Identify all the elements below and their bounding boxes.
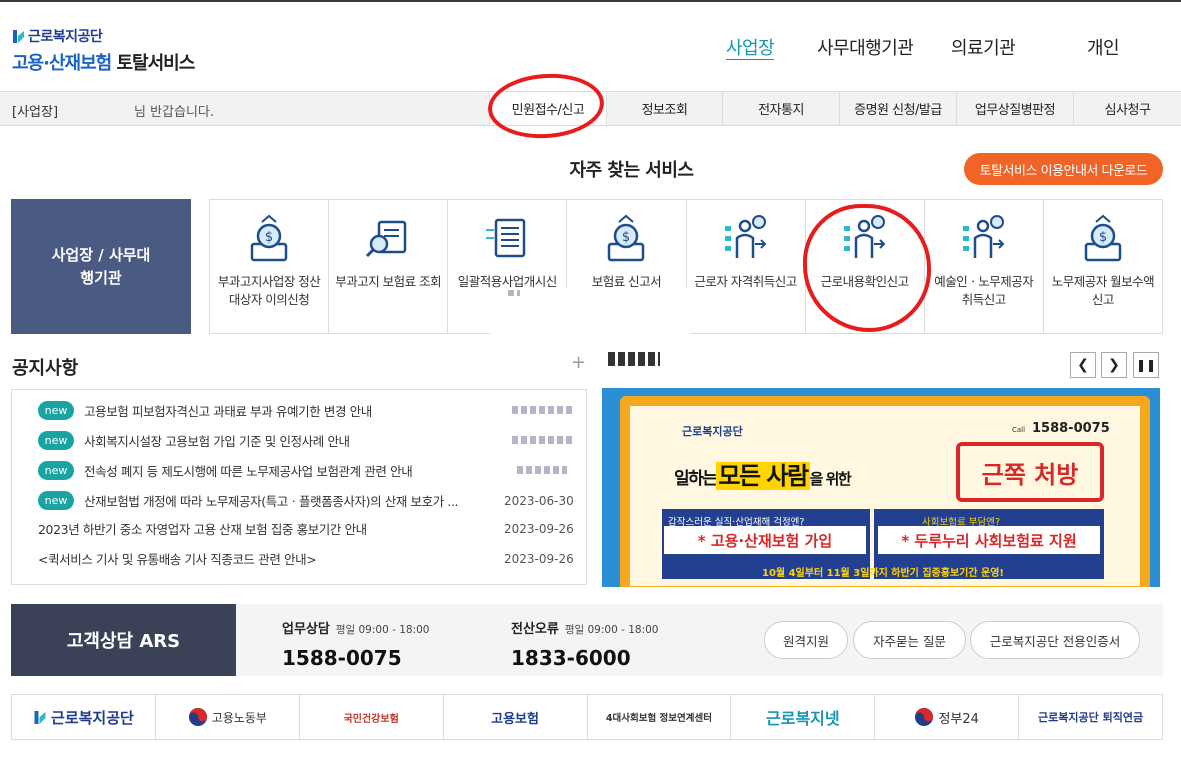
banner-headline: 일하는모든 사람 을 위한 [674,462,852,490]
service-item[interactable]: 예술인ㆍ노무제공자 취득신고 [923,200,1043,333]
blurred-date [512,436,572,444]
main-nav: 사업장 사무대행기관 의료기관 개인 [0,34,1181,60]
partner-logos: 근로복지공단 고용노동부 국민건강보험 고용보험 4대사회보험 정보연계센터 근… [11,694,1163,740]
svg-text:$: $ [265,230,273,245]
logo-welfare-net[interactable]: 근로복지넷 [730,695,874,739]
notice-list: new 고용보험 피보험자격신고 과태료 부과 유예기한 변경 안내 new 사회복… [11,389,587,585]
list-item[interactable]: 2023년 하반기 중소 자영업자 고용 산재 보험 집중 홍보기간 안내 [38,518,367,538]
list-item[interactable]: new 고용보험 피보험자격신고 과태료 부과 유예기한 변경 안내 [38,400,372,420]
nav-agency[interactable]: 사무대행기관 [817,34,914,60]
service-item[interactable]: 근로자 자격취득신고 [685,200,805,333]
taegeuk-icon [188,708,207,726]
document-search-icon [366,220,407,258]
chevron-left-icon[interactable]: ❮ [1070,352,1096,378]
err-label: 전산오류 평일 09:00 - 18:00 [511,622,659,637]
svg-text:$: $ [622,230,630,245]
money-bag-icon: $ [608,214,645,262]
customer-ars-title: 고객상담 ARS [11,604,236,676]
obscured-region [490,288,690,388]
biz-consult-label: 업무상담 평일 09:00 - 18:00 [282,622,430,637]
annotation-circle [485,70,607,142]
blurred-text [508,290,520,296]
menu-disease-judgment[interactable]: 업무상질병판정 [956,92,1073,125]
nav-medical[interactable]: 의료기관 [951,34,1016,60]
download-guide-button[interactable]: 토탈서비스 이용안내서 다운로드 [964,153,1163,185]
remote-support-button[interactable]: 원격지원 [764,621,848,659]
banner-stamp: 근쪽 처방 [956,442,1104,502]
role-label: [사업장] [12,105,59,120]
menu-info-inquiry[interactable]: 정보조회 [606,92,722,125]
blurred-date [512,406,572,414]
service-item[interactable]: $ 부과고지사업장 정산대상자 이의신청 [210,200,328,333]
blurred-text [608,352,660,366]
service-item[interactable]: $ 노무제공자 월보수액 신고 [1042,200,1162,333]
money-bag-icon: $ [250,214,288,262]
list-item[interactable]: new 산재보험법 개정에 따라 노무제공자(특고ㆍ플랫폼종사자)의 산재 보호가… [38,490,459,510]
notice-date: 2023-06-30 [504,494,574,508]
promo-banner[interactable]: 근로복지공단 Call 1588-0075 일하는모든 사람 을 위한 근쪽 처방… [602,388,1160,587]
faq-button[interactable]: 자주묻는 질문 [853,621,966,659]
nav-workplace[interactable]: 사업장 [726,34,775,60]
menu-certificate[interactable]: 증명원 신청/발급 [839,92,956,125]
top-border [0,0,1181,2]
taegeuk-icon [915,708,934,726]
certificate-button[interactable]: 근로복지공단 전용인증서 [970,621,1140,659]
pause-icon[interactable]: ❚❚ [1133,352,1159,378]
banner-phone: 1588-0075 [1032,421,1110,436]
annotation-circle [803,204,931,332]
document-list-icon [486,218,526,258]
menu-review-claim[interactable]: 심사청구 [1073,92,1181,125]
banner-org: 근로복지공단 [682,425,743,438]
notice-date: 2023-09-26 [504,552,574,566]
svg-text:$: $ [1099,230,1107,245]
logo-pension[interactable]: 근로복지공단 퇴직연금 [1018,695,1162,739]
service-item[interactable]: 부과고지 보험료 조회 [328,200,447,333]
notice-title: 공지사항 [12,358,79,379]
kcomwel-logo-icon [34,710,46,724]
menu-e-notice[interactable]: 전자통지 [722,92,839,125]
worker-checklist-icon [724,215,766,258]
logo-moel[interactable]: 고용노동부 [154,695,299,739]
list-item[interactable]: new 전속성 폐지 등 제도시행에 따른 노무제공사업 보험관계 관련 안내 [38,460,413,480]
category-workplace-agency[interactable]: 사업장 / 사무대행기관 [11,199,191,334]
chevron-right-icon[interactable]: ❯ [1101,352,1127,378]
biz-phone: 1588-0075 [282,646,402,670]
notice-date: 2023-09-26 [504,522,574,536]
worker-checklist-icon [962,215,1005,258]
logo-kcomwel[interactable]: 근로복지공단 [12,695,155,739]
logo-employment-insurance[interactable]: 고용보험 [442,695,587,739]
blurred-date [517,466,567,474]
logo-4insure[interactable]: 4대사회보험 정보연계센터 [586,695,731,739]
list-item[interactable]: <퀵서비스 기사 및 유통배송 기사 직종코드 관련 안내> [38,548,317,568]
logo-gov24[interactable]: 정부24 [874,695,1018,739]
list-item[interactable]: new 사회복지시설장 고용보험 가입 기준 및 인정사례 안내 [38,430,350,450]
plus-icon[interactable]: + [571,352,586,373]
logo-nhis[interactable]: 국민건강보험 [298,695,443,739]
err-phone: 1833-6000 [511,646,631,670]
money-bag-icon: $ [1084,214,1122,262]
nav-personal[interactable]: 개인 [1087,34,1120,60]
greeting-text: 님 반갑습니다. [134,105,215,120]
